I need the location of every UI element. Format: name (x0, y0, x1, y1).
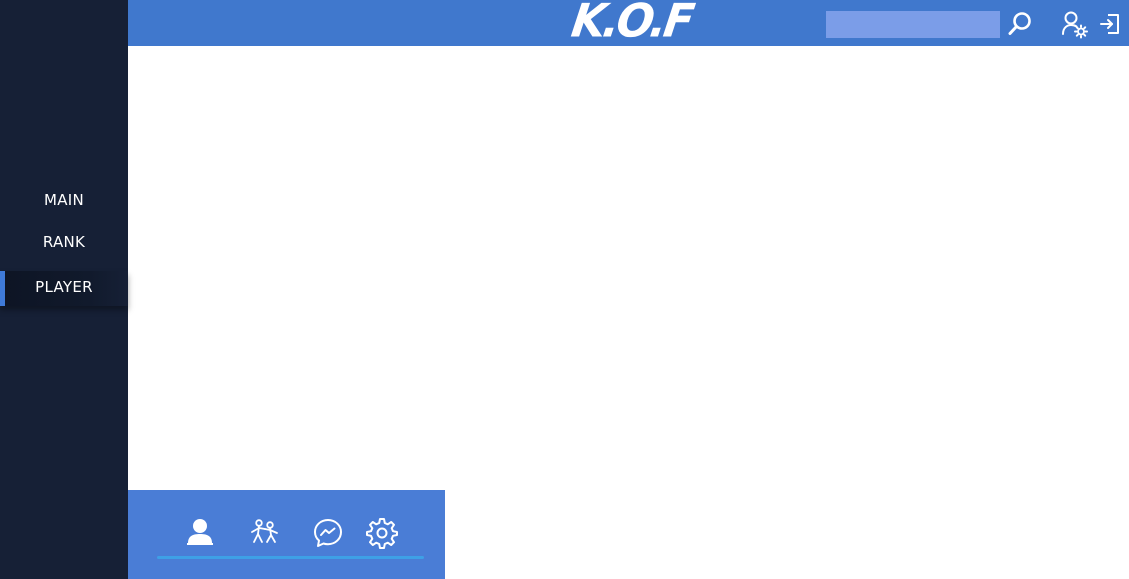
messenger-icon (314, 519, 342, 547)
logout-button[interactable] (1098, 12, 1122, 36)
search-button[interactable] (1006, 10, 1034, 38)
sidebar-item-main[interactable]: MAIN (0, 183, 128, 217)
settings-icon (366, 518, 398, 549)
app-logo: K.O.F (568, 0, 695, 49)
sidebar-item-label: PLAYER (35, 278, 93, 296)
fight-icon (251, 519, 278, 543)
messenger-button[interactable] (311, 516, 345, 550)
settings-button[interactable] (365, 516, 399, 550)
user-settings-button[interactable] (1060, 10, 1090, 40)
search-icon (1008, 12, 1031, 35)
profile-button[interactable] (183, 516, 217, 550)
fight-button[interactable] (248, 516, 282, 550)
active-indicator (0, 271, 5, 306)
user-settings-icon (1062, 11, 1088, 39)
sidebar-item-player[interactable]: PLAYER (0, 271, 128, 306)
logout-icon (1100, 14, 1119, 34)
search-input[interactable] (826, 11, 1000, 38)
sidebar-item-label: RANK (42, 233, 86, 251)
sidebar-item-rank[interactable]: RANK (0, 225, 128, 259)
tab-underline (157, 556, 424, 559)
sidebar: MAIN RANK PLAYER (0, 0, 128, 579)
bottom-toolbar (128, 490, 445, 579)
sidebar-item-label: MAIN (43, 191, 85, 209)
profile-icon (187, 519, 213, 545)
